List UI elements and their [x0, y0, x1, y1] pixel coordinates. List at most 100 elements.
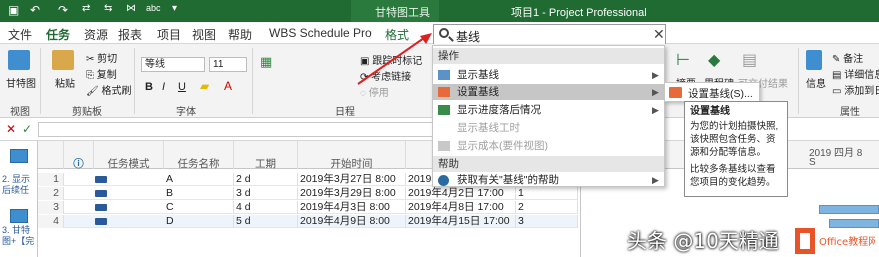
group-properties-label: 属性	[840, 107, 860, 118]
tab-report[interactable]: 报表	[118, 26, 142, 43]
info-button-label[interactable]: 信息	[806, 75, 826, 90]
header-start[interactable]: 开始时间	[298, 141, 406, 170]
row-number: 3	[38, 201, 64, 214]
format-painter-button[interactable]: 🖌 格式刷	[86, 82, 131, 97]
task-name-cell[interactable]: B	[164, 187, 234, 200]
menu-item-label: 显示成本(要件视图)	[457, 140, 548, 152]
menu-item-set-baseline[interactable]: 设置基线 ▶	[433, 84, 664, 100]
gantt-bar[interactable]	[829, 219, 879, 228]
task-name-cell[interactable]: A	[164, 173, 234, 186]
font-name-select[interactable]: 等线	[141, 57, 205, 72]
finish-cell[interactable]: 2019年4月15日 17:00	[406, 215, 516, 228]
search-results-menu: 操作 显示基线 ▶ 设置基线 ▶ 显示进度落后情况 ▶ 显示基线工时 显示成本(…	[432, 45, 665, 187]
menu-section-actions: 操作	[433, 48, 664, 64]
table-row[interactable]: 2 B 3 d 2019年3月29日 8:00 2019年4月2日 17:00 …	[38, 187, 578, 200]
submenu-item-label[interactable]: 设置基线(S)...	[688, 86, 753, 101]
menu-item-label: 显示基线工时	[457, 122, 520, 134]
font-size-select[interactable]: 11	[209, 57, 247, 72]
duration-cell[interactable]: 5 d	[234, 215, 298, 228]
header-duration[interactable]: 工期	[234, 141, 298, 170]
unlink-icon[interactable]: ⇆	[104, 3, 112, 14]
predecessor-cell[interactable]: 3	[516, 215, 578, 228]
summary-icon[interactable]: ⊢	[676, 50, 690, 70]
header-task-mode[interactable]: 任务模式	[94, 141, 164, 170]
paste-icon[interactable]	[52, 50, 74, 70]
task-name-cell[interactable]: D	[164, 215, 234, 228]
finish-cell[interactable]: 2019年4月8日 17:00	[406, 201, 516, 214]
tab-help[interactable]: 帮助	[228, 26, 252, 43]
gantt-chart-icon[interactable]	[8, 50, 30, 70]
duration-cell[interactable]: 3 d	[234, 187, 298, 200]
close-icon[interactable]: ✕	[653, 26, 665, 43]
start-cell[interactable]: 2019年3月29日 8:00	[298, 187, 406, 200]
cut-label: 剪切	[97, 54, 118, 65]
start-cell[interactable]: 2019年4月3日 8:00	[298, 201, 406, 214]
progress-icon[interactable]: ▦	[260, 54, 272, 70]
confirm-entry-icon[interactable]: ✓	[22, 122, 32, 136]
table-row[interactable]: 4 D 5 d 2019年4月9日 8:00 2019年4月15日 17:00 …	[38, 215, 578, 228]
split-icon[interactable]: ⋈	[126, 3, 136, 14]
group-schedule-label: 日程	[335, 107, 355, 118]
tooltip-text-1: 为您的计划拍摄快照,该快照包含任务、资源和分配等信息。	[690, 121, 779, 158]
undo-icon[interactable]: ↶	[30, 3, 40, 17]
predecessor-cell[interactable]: 1	[516, 187, 578, 200]
tab-project[interactable]: 项目	[157, 26, 181, 43]
office-logo: Office教程网	[795, 228, 875, 254]
header-task-name[interactable]: 任务名称	[164, 141, 234, 170]
divider	[252, 48, 253, 114]
save-icon[interactable]: ▣	[8, 3, 19, 17]
gantt-bar[interactable]	[819, 205, 879, 214]
menu-item-show-baseline[interactable]: 显示基线 ▶	[433, 67, 664, 83]
start-cell[interactable]: 2019年4月9日 8:00	[298, 215, 406, 228]
add-timeline-button[interactable]: ▭ 添加到日程表	[832, 82, 879, 97]
italic-button[interactable]: I	[162, 81, 165, 93]
info-icon[interactable]	[806, 50, 822, 70]
auto-schedule-icon	[95, 204, 107, 211]
customize-icon[interactable]: ▾	[172, 3, 177, 14]
menu-item-label: 显示基线	[457, 69, 499, 81]
view-label-2[interactable]: 2. 显示后续任	[2, 174, 38, 196]
duration-cell[interactable]: 2 d	[234, 173, 298, 186]
deliverable-icon[interactable]: ▤	[742, 50, 757, 70]
chevron-right-icon: ▶	[652, 87, 659, 97]
abc-spell-icon[interactable]: abc	[146, 3, 161, 13]
search-input[interactable]: 基线	[456, 28, 480, 45]
table-row[interactable]: 3 C 4 d 2019年4月3日 8:00 2019年4月8日 17:00 2	[38, 201, 578, 214]
menu-item-label: 显示进度落后情况	[457, 104, 541, 116]
view-icon[interactable]	[10, 149, 28, 163]
highlight-color-icon[interactable]: ▰	[200, 79, 209, 93]
notes-button[interactable]: ✎ 备注	[832, 50, 863, 65]
copy-button[interactable]: ⎘ 复制	[86, 66, 117, 81]
help-icon	[438, 175, 449, 186]
font-color-icon[interactable]: A	[224, 79, 232, 93]
details-button[interactable]: ▤ 详细信息	[832, 66, 879, 81]
cancel-entry-icon[interactable]: ✕	[6, 122, 16, 136]
link-icon[interactable]: ⇄	[82, 3, 90, 14]
redo-icon[interactable]: ↷	[58, 3, 68, 17]
window-title: 项目1 - Project Professional	[511, 7, 647, 19]
set-baseline-submenu[interactable]: 设置基线(S)...	[664, 82, 760, 102]
header-info[interactable]: ⓘ	[64, 141, 94, 170]
duration-cell[interactable]: 4 d	[234, 201, 298, 214]
task-name-cell[interactable]: C	[164, 201, 234, 214]
underline-button[interactable]: U	[178, 81, 186, 93]
cut-button[interactable]: ✂ 剪切	[86, 50, 117, 65]
title-bar: ▣ ↶ ↷ ⇄ ⇆ ⋈ abc ▾ 甘特图工具 项目1 - Project Pr…	[0, 0, 879, 22]
menu-item-show-slippage[interactable]: 显示进度落后情况 ▶	[433, 102, 664, 118]
view-label-3[interactable]: 3. 甘特图+【完	[2, 225, 38, 247]
gantt-view-icon[interactable]	[10, 209, 28, 223]
start-cell[interactable]: 2019年3月27日 8:00	[298, 173, 406, 186]
bold-button[interactable]: B	[145, 81, 153, 93]
tab-view[interactable]: 视图	[192, 26, 216, 43]
predecessor-cell[interactable]: 2	[516, 201, 578, 214]
tell-me-search-box[interactable]: 基线 ✕	[433, 24, 666, 45]
gantt-button-label[interactable]: 甘特图	[6, 75, 36, 90]
paste-button-label[interactable]: 粘贴	[55, 75, 75, 90]
tab-resource[interactable]: 资源	[84, 26, 108, 43]
milestone-icon[interactable]: ◆	[708, 50, 720, 70]
tab-file[interactable]: 文件	[8, 26, 32, 43]
chevron-right-icon: ▶	[652, 70, 659, 80]
finish-cell[interactable]: 2019年4月2日 17:00	[406, 187, 516, 200]
timescale-top: 2019 四月 8	[809, 148, 863, 159]
menu-item-get-help[interactable]: 获取有关"基线"的帮助 ▶	[433, 172, 664, 188]
